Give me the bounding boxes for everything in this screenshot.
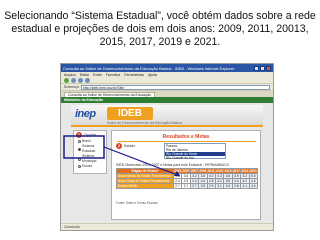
annotation-arrow-line <box>103 146 181 177</box>
annotation-box <box>63 135 105 159</box>
annotation-arrow-icon <box>63 135 181 177</box>
